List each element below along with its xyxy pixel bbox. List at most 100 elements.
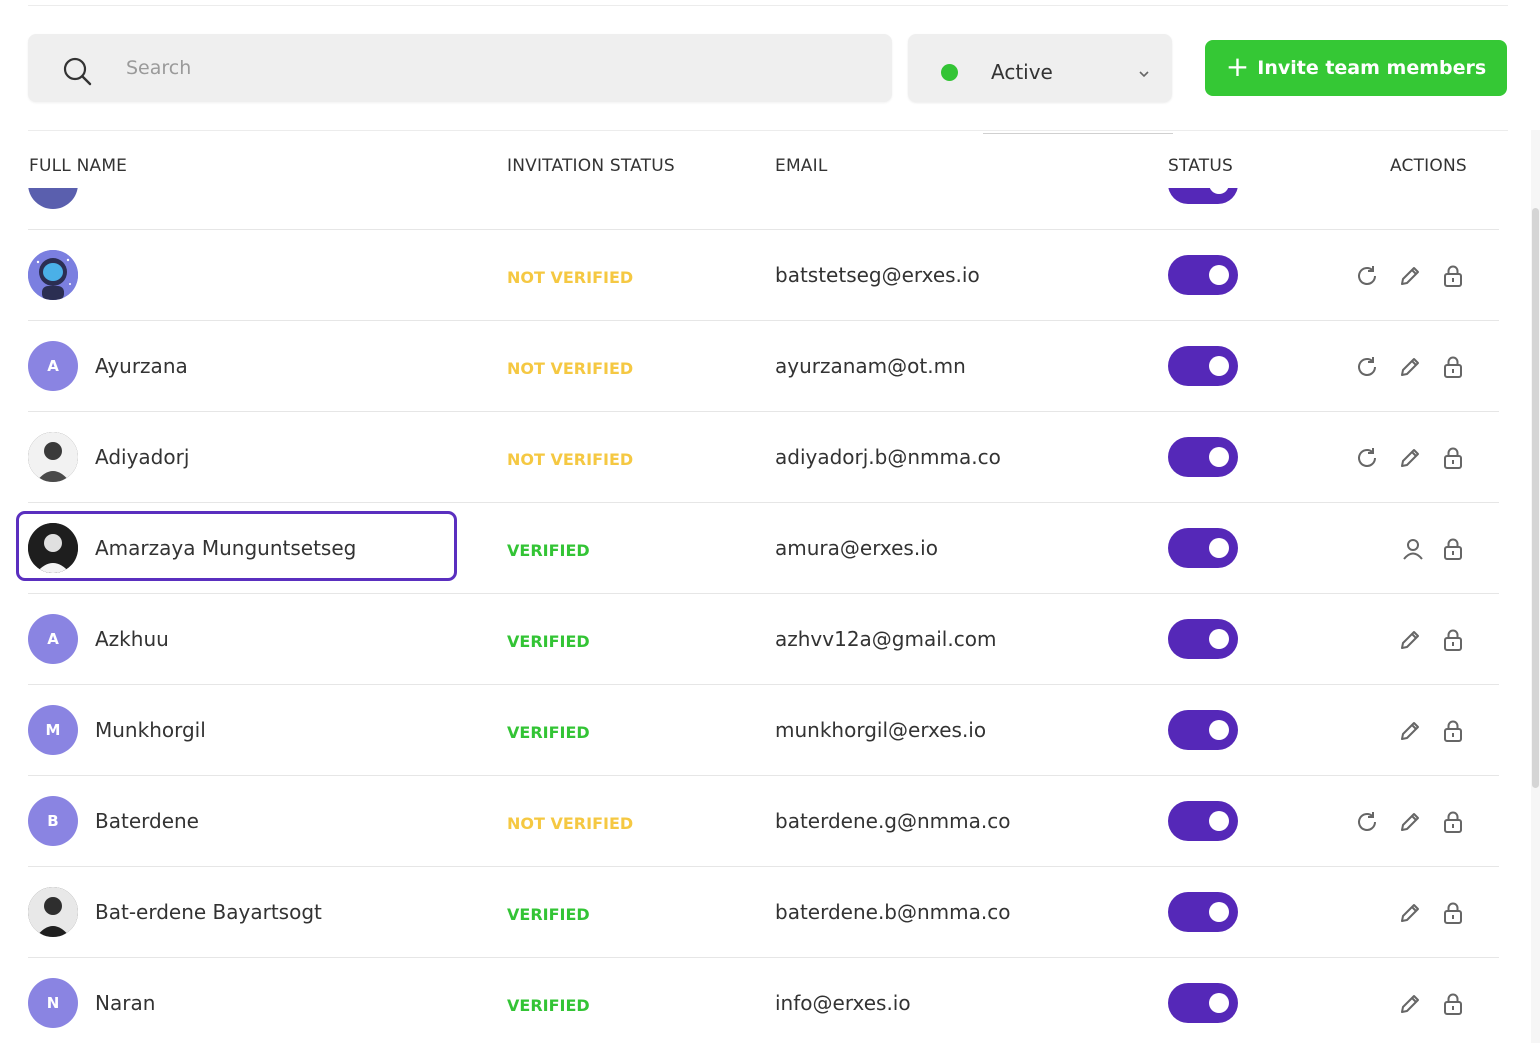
email: baterdene.b@nmma.co [775,900,1011,924]
toggle-knob [1209,447,1229,467]
avatar [28,523,78,573]
email: baterdene.g@nmma.co [775,809,1011,833]
table-row: N Naran VERIFIED info@erxes.io [0,958,1540,1043]
invitation-status: VERIFIED [507,723,590,742]
chevron-down-icon [1137,65,1151,78]
status-toggle[interactable] [1168,801,1238,841]
lock-icon[interactable] [1440,627,1466,653]
invitation-status: VERIFIED [507,541,590,560]
lock-icon[interactable] [1440,536,1466,562]
status-toggle[interactable] [1168,619,1238,659]
toggle-knob [1209,356,1229,376]
user-icon[interactable] [1400,536,1426,562]
member-name: Azkhuu [95,627,169,651]
lock-icon[interactable] [1440,445,1466,471]
email: batstetseg@erxes.io [775,263,980,287]
column-header-full-name[interactable]: FULL NAME [29,156,127,176]
avatar [28,188,78,209]
edit-icon[interactable] [1397,263,1423,289]
status-toggle[interactable] [1168,528,1238,568]
avatar: M [28,705,78,755]
edit-icon[interactable] [1397,354,1423,380]
member-name: Munkhorgil [95,718,206,742]
toggle-knob [1209,265,1229,285]
edit-icon[interactable] [1397,445,1423,471]
edit-icon[interactable] [1397,627,1423,653]
invitation-status: NOT VERIFIED [507,359,634,378]
edit-icon[interactable] [1397,809,1423,835]
column-header-invitation-status[interactable]: INVITATION STATUS [507,156,675,176]
column-header-email[interactable]: EMAIL [775,156,828,176]
table-row [0,188,1540,230]
avatar [28,887,78,937]
dropdown-underline [983,133,1173,134]
status-toggle[interactable] [1168,255,1238,295]
toggle-knob [1209,811,1229,831]
email: munkhorgil@erxes.io [775,718,987,742]
column-header-status[interactable]: STATUS [1168,156,1233,176]
email: ayurzanam@ot.mn [775,354,966,378]
status-toggle[interactable] [1168,437,1238,477]
table-row: Adiyadorj NOT VERIFIED adiyadorj.b@nmma.… [0,412,1540,503]
scrollbar-thumb[interactable] [1532,208,1539,788]
edit-icon[interactable] [1397,991,1423,1017]
toggle-knob [1209,720,1229,740]
status-filter-dropdown[interactable]: Active [908,34,1173,134]
status-toggle[interactable] [1168,892,1238,932]
search-input[interactable] [126,34,866,102]
search-icon [62,56,92,86]
member-name: Naran [95,991,156,1015]
member-name: Amarzaya Munguntsetseg [95,536,357,560]
toggle-knob [1209,629,1229,649]
edit-icon[interactable] [1397,900,1423,926]
resend-icon[interactable] [1354,354,1380,380]
table-row: Bat-erdene Bayartsogt VERIFIED baterdene… [0,867,1540,958]
resend-icon[interactable] [1354,809,1380,835]
person-photo-icon [28,523,78,573]
toggle-knob [1209,188,1229,194]
member-name: Ayurzana [95,354,188,378]
astronaut-avatar-icon [28,250,78,300]
top-divider [28,5,1508,6]
avatar: A [28,341,78,391]
status-toggle[interactable] [1168,710,1238,750]
lock-icon[interactable] [1440,718,1466,744]
vertical-scrollbar[interactable] [1531,130,1540,1043]
edit-icon[interactable] [1397,718,1423,744]
table-row: M Munkhorgil VERIFIED munkhorgil@erxes.i… [0,685,1540,776]
email: azhvv12a@gmail.com [775,627,997,651]
resend-icon[interactable] [1354,445,1380,471]
active-status-dot [941,64,958,81]
search-bar[interactable] [28,34,892,102]
member-name: Baterdene [95,809,199,833]
status-toggle[interactable] [1168,346,1238,386]
status-toggle[interactable] [1168,983,1238,1023]
status-toggle[interactable] [1168,188,1238,204]
invitation-status: VERIFIED [507,632,590,651]
avatar: A [28,614,78,664]
lock-icon[interactable] [1440,991,1466,1017]
lock-icon[interactable] [1440,263,1466,289]
resend-icon[interactable] [1354,263,1380,289]
avatar: N [28,978,78,1028]
lock-icon[interactable] [1440,809,1466,835]
invitation-status: NOT VERIFIED [507,450,634,469]
email: info@erxes.io [775,991,911,1015]
toggle-knob [1209,902,1229,922]
table-row: A Azkhuu VERIFIED azhvv12a@gmail.com [0,594,1540,685]
invite-button-label: Invite team members [1257,57,1487,79]
lock-icon[interactable] [1440,354,1466,380]
avatar: B [28,796,78,846]
avatar [28,250,78,300]
invite-team-members-button[interactable]: + Invite team members [1205,40,1507,96]
invitation-status: VERIFIED [507,905,590,924]
table-row: A Ayurzana NOT VERIFIED ayurzanam@ot.mn [0,321,1540,412]
members-table-body: NOT VERIFIED batstetseg@erxes.io A Ayurz… [0,188,1540,1043]
plus-icon: + [1225,49,1250,83]
toggle-knob [1209,993,1229,1013]
table-row: B Baterdene NOT VERIFIED baterdene.g@nmm… [0,776,1540,867]
avatar [28,432,78,482]
invitation-status: VERIFIED [507,996,590,1015]
lock-icon[interactable] [1440,900,1466,926]
header-divider [28,130,1508,131]
